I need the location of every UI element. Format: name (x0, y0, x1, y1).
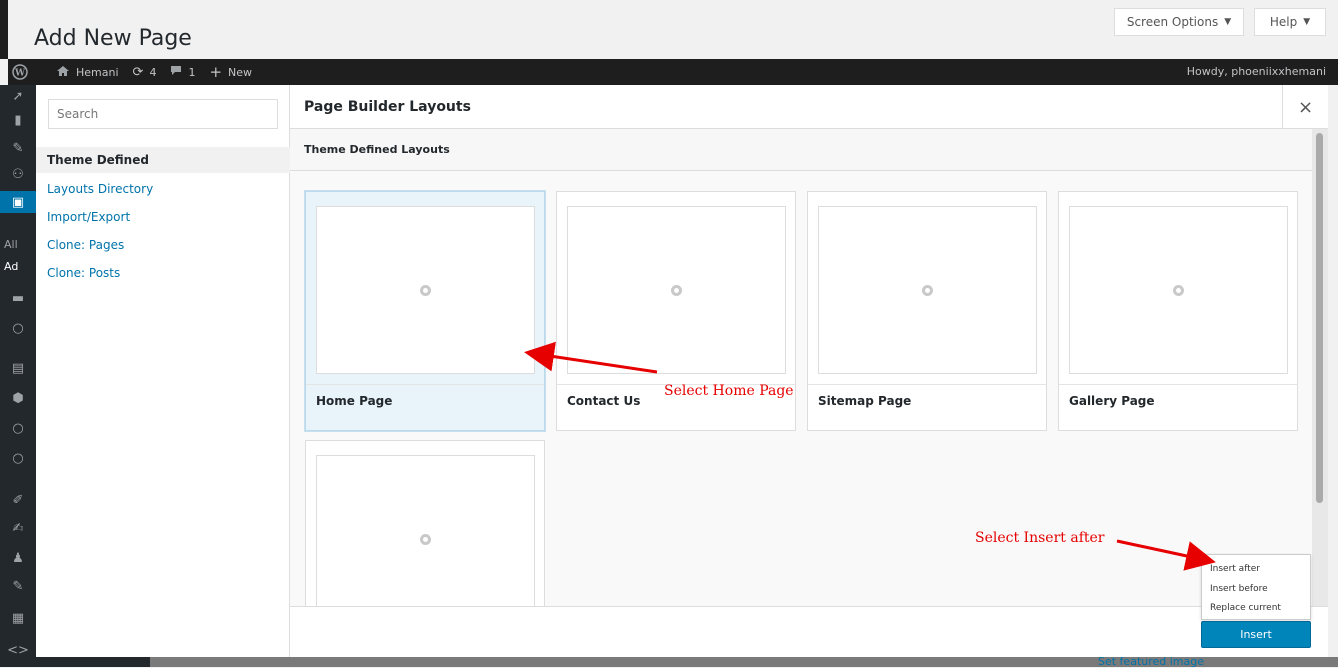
layout-title: Sitemap Page (818, 394, 912, 408)
user-icon[interactable]: ♟ (0, 547, 36, 569)
wp-admin-menu: ➚ ▮ ✎ ⚇ ▣ All Ad ▬ ○ ▤ ⬢ ○ ○ ✐ ✍ ♟ ✎ ▦ <… (0, 85, 36, 667)
layout-thumbnail (567, 206, 786, 374)
comments-count: 1 (188, 65, 196, 79)
layout-thumbnail (316, 206, 535, 374)
updates-link[interactable]: ⟳ 4 (133, 65, 157, 80)
close-icon: × (1297, 96, 1314, 118)
refresh-icon: ⟳ (132, 64, 144, 80)
layout-title: Home Page (316, 394, 393, 408)
card-divider (1059, 384, 1297, 385)
modal-footer (290, 607, 1328, 657)
close-button[interactable]: × (1282, 85, 1328, 129)
set-featured-image-link[interactable]: Set featured image (1098, 655, 1204, 668)
comments-icon[interactable]: ▬ (0, 287, 36, 309)
media-icon[interactable]: ▮ (0, 109, 36, 131)
new-content-link[interactable]: + New (209, 63, 252, 81)
settings-icon[interactable]: ▦ (0, 607, 36, 629)
annotation-select-insert: Select Insert after (975, 530, 1105, 546)
menu-add-new[interactable]: Ad (0, 255, 36, 277)
updates-count: 4 (149, 65, 157, 79)
card-divider (306, 384, 544, 385)
footer-dark-strip (0, 657, 150, 667)
loading-spinner-icon (671, 284, 682, 296)
layout-card-sitemap-page[interactable]: Sitemap Page (807, 191, 1047, 431)
site-name-link[interactable]: Hemani (56, 65, 119, 80)
pin-icon[interactable]: ➚ (0, 85, 36, 107)
layout-thumbnail (316, 455, 535, 606)
card-divider (808, 384, 1046, 385)
circle-icon[interactable]: ○ (0, 417, 36, 439)
products-icon[interactable]: ⬢ (0, 387, 36, 409)
help-label: Help (1269, 15, 1298, 29)
comments-link[interactable]: 1 (170, 65, 195, 79)
wordpress-logo-icon[interactable]: W (12, 64, 28, 80)
menu-all-pages[interactable]: All (0, 233, 36, 255)
site-name: Hemani (76, 65, 119, 79)
screen-options-label: Screen Options (1126, 15, 1219, 29)
circle-icon[interactable]: ○ (0, 447, 36, 469)
screen-options-button[interactable]: Screen Options ▼ (1114, 8, 1244, 36)
layouts-content: Theme Defined Layouts Home Page Contact … (290, 129, 1328, 607)
circle-icon[interactable]: ○ (0, 317, 36, 339)
modal-title: Page Builder Layouts (304, 99, 471, 115)
loading-spinner-icon (420, 284, 431, 296)
svg-text:W: W (14, 69, 26, 79)
tools-icon[interactable]: ✎ (0, 575, 36, 597)
layout-thumbnail (1069, 206, 1288, 374)
scrollbar-thumb[interactable] (1316, 133, 1323, 503)
layout-thumbnail (818, 206, 1037, 374)
loading-spinner-icon (922, 284, 933, 296)
caret-down-icon: ▼ (1303, 17, 1311, 27)
page-builder-modal: Theme Defined Layouts Directory Import/E… (36, 85, 1328, 657)
insert-options-dropdown: Insert after Insert before Replace curre… (1201, 554, 1311, 620)
howdy-user[interactable]: Howdy, phoeniixxhemani (1187, 65, 1326, 78)
layout-card-home-page[interactable]: Home Page (305, 191, 545, 431)
plugins-icon[interactable]: ✍ (0, 517, 36, 539)
nav-clone-pages[interactable]: Clone: Pages (36, 232, 290, 258)
appearance-icon[interactable]: ✐ (0, 489, 36, 511)
layout-card-gallery-page[interactable]: Gallery Page (1058, 191, 1298, 431)
modal-header: Page Builder Layouts × (290, 85, 1328, 129)
page-title: Add New Page (34, 26, 192, 51)
wp-admin-sidebar-top (0, 0, 8, 59)
option-insert-after[interactable]: Insert after (1210, 564, 1260, 574)
insert-button[interactable]: Insert (1201, 621, 1311, 648)
layout-title: Gallery Page (1069, 394, 1155, 408)
annotation-select-home: Select Home Page (664, 383, 794, 399)
pages-icon[interactable]: ▣ (0, 191, 36, 213)
help-button[interactable]: Help ▼ (1254, 8, 1326, 36)
users-icon[interactable]: ⚇ (0, 163, 36, 185)
layout-title: Contact Us (567, 394, 641, 408)
modal-sidebar: Theme Defined Layouts Directory Import/E… (36, 85, 290, 657)
comment-icon (170, 65, 182, 79)
search-input[interactable] (48, 99, 278, 129)
option-insert-before[interactable]: Insert before (1210, 584, 1268, 594)
layout-card-fifth[interactable] (305, 440, 545, 606)
loading-spinner-icon (420, 533, 431, 545)
section-title: Theme Defined Layouts (290, 129, 1312, 171)
pin-icon[interactable]: ✎ (0, 137, 36, 159)
admin-bar: W Hemani ⟳ 4 1 + New Howdy, phoeniixxhem… (8, 59, 1338, 85)
plus-icon: + (209, 63, 223, 81)
woo-icon[interactable]: ▤ (0, 357, 36, 379)
nav-layouts-directory[interactable]: Layouts Directory (36, 176, 290, 202)
caret-down-icon: ▼ (1224, 17, 1232, 27)
option-replace-current[interactable]: Replace current (1210, 603, 1281, 613)
home-icon (56, 65, 70, 80)
new-label: New (228, 65, 253, 79)
content-scrollbar[interactable] (1312, 129, 1328, 606)
nav-import-export[interactable]: Import/Export (36, 204, 290, 230)
nav-clone-posts[interactable]: Clone: Posts (36, 260, 290, 286)
nav-theme-defined[interactable]: Theme Defined (36, 147, 290, 173)
loading-spinner-icon (1173, 284, 1184, 296)
